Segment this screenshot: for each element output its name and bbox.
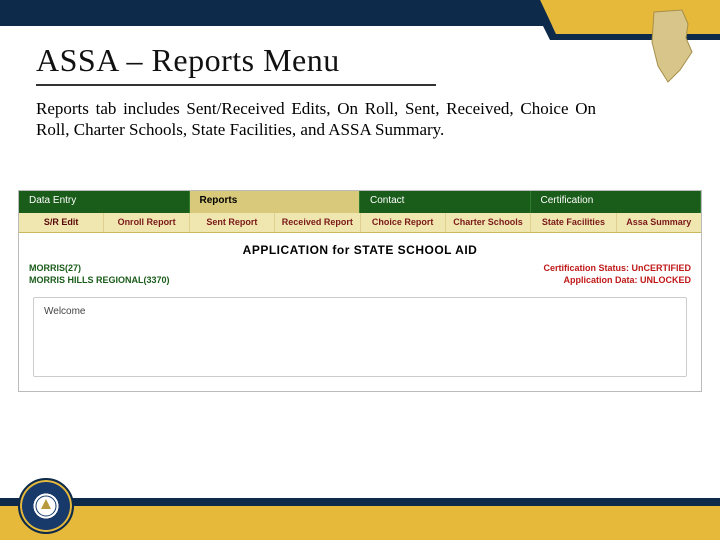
sub-tabs: S/R Edit Onroll Report Sent Report Recei… (19, 213, 701, 233)
district-label: MORRIS HILLS REGIONAL(3370) (29, 275, 170, 285)
subtab-sent[interactable]: Sent Report (190, 213, 275, 232)
info-row: MORRIS(27) MORRIS HILLS REGIONAL(3370) C… (19, 263, 701, 289)
nj-seal-icon (18, 478, 74, 534)
tab-reports[interactable]: Reports (190, 191, 361, 213)
page-description: Reports tab includes Sent/Received Edits… (36, 98, 596, 141)
subtab-choice[interactable]: Choice Report (361, 213, 446, 232)
application-title: APPLICATION for STATE SCHOOL AID (19, 233, 701, 263)
county-label: MORRIS(27) (29, 263, 170, 273)
welcome-box: Welcome (33, 297, 687, 377)
certification-status: Certification Status: UnCERTIFIED (543, 263, 691, 273)
welcome-text: Welcome (44, 306, 86, 317)
subtab-received[interactable]: Received Report (275, 213, 360, 232)
subtab-onroll[interactable]: Onroll Report (104, 213, 189, 232)
app-screenshot: Data Entry Reports Contact Certification… (18, 190, 702, 392)
title-underline (36, 84, 436, 86)
tab-data-entry[interactable]: Data Entry (19, 191, 190, 213)
subtab-sr-edit[interactable]: S/R Edit (19, 213, 104, 232)
subtab-charter[interactable]: Charter Schools (446, 213, 531, 232)
subtab-assa-summary[interactable]: Assa Summary (617, 213, 701, 232)
subtab-state-facilities[interactable]: State Facilities (531, 213, 616, 232)
bottom-gold-bar (0, 506, 720, 540)
tab-contact[interactable]: Contact (360, 191, 531, 213)
bottom-blue-strip (0, 498, 720, 506)
application-data-status: Application Data: UNLOCKED (543, 275, 691, 285)
nj-state-icon (642, 8, 700, 91)
top-bar (0, 0, 720, 26)
tab-certification[interactable]: Certification (531, 191, 702, 213)
page-title: ASSA – Reports Menu (36, 42, 340, 79)
main-tabs: Data Entry Reports Contact Certification (19, 191, 701, 213)
